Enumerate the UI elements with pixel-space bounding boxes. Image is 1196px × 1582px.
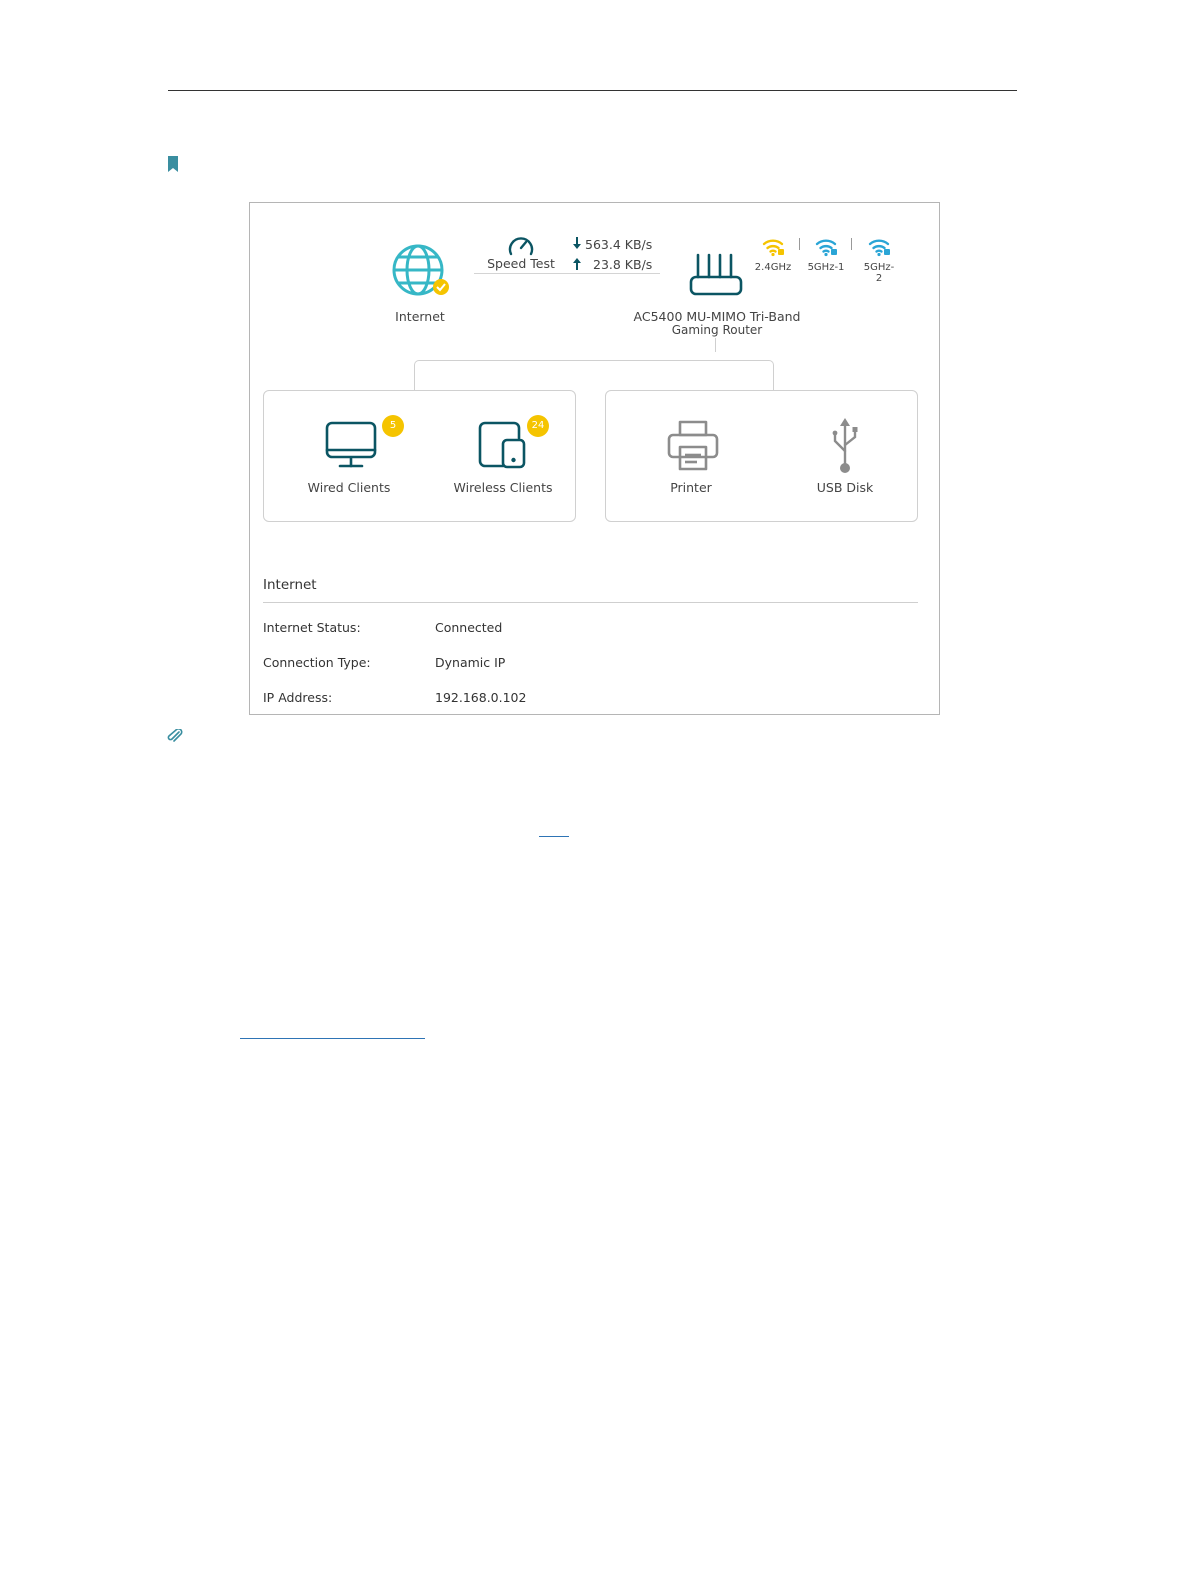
speedometer-icon[interactable] bbox=[507, 233, 535, 257]
band-divider bbox=[799, 238, 800, 250]
connection-type-value: Dynamic IP bbox=[435, 655, 506, 670]
wifi-bands: 2.4GHz 5GHz-1 5GHz-2 bbox=[754, 234, 907, 284]
band-label-2g: 2.4GHz bbox=[754, 262, 792, 273]
wifi-5g2-icon[interactable] bbox=[868, 237, 892, 257]
router-model-label: AC5400 MU-MIMO Tri-Band bbox=[633, 309, 801, 324]
usb-disk-label[interactable]: USB Disk bbox=[817, 480, 873, 495]
speed-divider bbox=[474, 273, 660, 274]
branch-connector bbox=[414, 360, 774, 392]
section-divider bbox=[263, 602, 918, 603]
router-type-label: Gaming Router bbox=[671, 323, 763, 337]
ip-address-value: 192.168.0.102 bbox=[435, 690, 527, 705]
internet-section-title: Internet bbox=[263, 577, 317, 593]
wired-count-badge: 5 bbox=[382, 415, 404, 437]
printer-icon[interactable] bbox=[666, 419, 722, 473]
link-underline[interactable] bbox=[240, 1038, 425, 1039]
router-icon[interactable] bbox=[688, 252, 744, 298]
wifi-2g-icon[interactable] bbox=[762, 237, 786, 257]
link-underline[interactable] bbox=[539, 836, 569, 837]
connection-type-label: Connection Type: bbox=[263, 655, 371, 670]
router-connector bbox=[715, 338, 716, 352]
usb-devices-card: Printer USB Disk bbox=[605, 390, 918, 522]
status-label: Internet Status: bbox=[263, 620, 361, 635]
mobile-devices-icon[interactable] bbox=[477, 420, 529, 470]
clients-card: 5 Wired Clients 24 Wireless Clients bbox=[263, 390, 576, 522]
ip-address-label: IP Address: bbox=[263, 690, 333, 705]
paperclip-icon bbox=[167, 729, 183, 742]
header-rule bbox=[168, 90, 1017, 91]
wireless-count-badge: 24 bbox=[527, 415, 549, 437]
band-label-5g2: 5GHz-2 bbox=[863, 262, 895, 284]
internet-node-label: Internet bbox=[395, 309, 445, 324]
speed-test-button[interactable]: Speed Test bbox=[487, 256, 555, 271]
monitor-icon[interactable] bbox=[324, 420, 380, 470]
printer-label[interactable]: Printer bbox=[670, 480, 712, 495]
globe-icon[interactable] bbox=[391, 243, 453, 299]
upload-arrow-icon bbox=[573, 258, 581, 270]
band-label-5g1: 5GHz-1 bbox=[807, 262, 845, 273]
wireless-clients-label[interactable]: Wireless Clients bbox=[454, 480, 553, 495]
wifi-5g1-icon[interactable] bbox=[815, 237, 839, 257]
upload-speed: 23.8 KB/s bbox=[593, 257, 653, 272]
status-value: Connected bbox=[435, 620, 503, 635]
wired-clients-label[interactable]: Wired Clients bbox=[308, 480, 391, 495]
usb-icon[interactable] bbox=[830, 417, 860, 475]
band-divider bbox=[851, 238, 852, 250]
bookmark-icon bbox=[168, 156, 178, 172]
download-speed: 563.4 KB/s bbox=[585, 237, 653, 252]
download-arrow-icon bbox=[573, 237, 581, 249]
